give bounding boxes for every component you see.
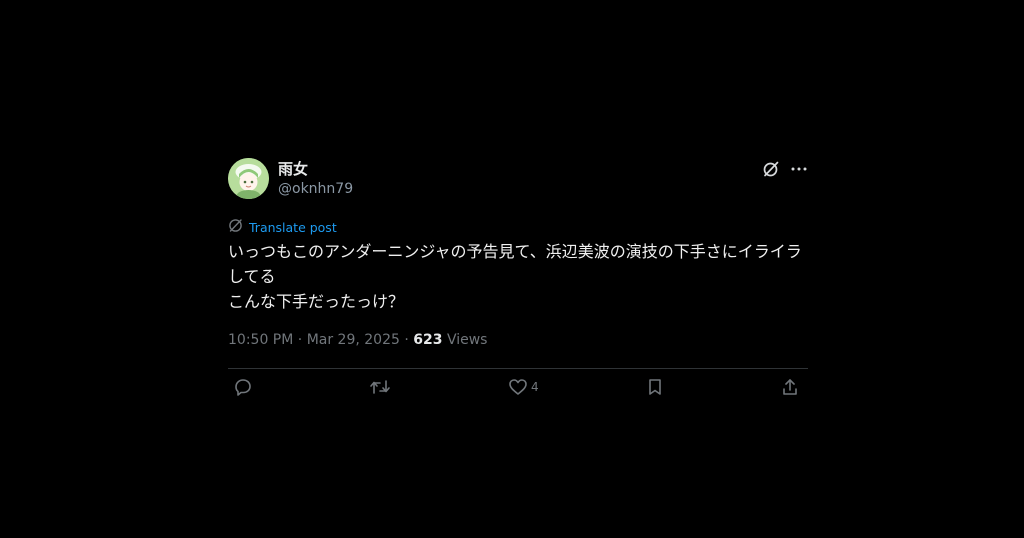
translate-post-link[interactable]: Translate post xyxy=(249,220,337,235)
post-text: いっつもこのアンダーニンジャの予告見て、浜辺美波の演技の下手さにイライラしてる … xyxy=(228,242,802,311)
display-name[interactable]: 雨女 xyxy=(278,160,353,178)
translate-row: Translate post xyxy=(228,218,337,236)
user-handle[interactable]: @oknhn79 xyxy=(278,179,353,199)
like-button[interactable]: 4 xyxy=(508,378,539,396)
views-count: 623 xyxy=(413,332,443,348)
globe-icon xyxy=(228,218,243,237)
grok-icon[interactable] xyxy=(762,160,780,178)
user-names: 雨女 @oknhn79 xyxy=(278,160,353,199)
retweet-icon xyxy=(369,378,391,396)
avatar[interactable] xyxy=(228,158,269,199)
avatar-illustration xyxy=(228,158,269,199)
meta-separator: · xyxy=(399,332,414,348)
tweet-card: 雨女 @oknhn79 Translate post いっつもこのアンダーニンジ… xyxy=(228,156,808,396)
meta-separator: · xyxy=(293,332,307,348)
views-label: Views xyxy=(442,332,488,348)
more-icon[interactable] xyxy=(790,160,808,178)
reply-button[interactable] xyxy=(233,378,253,396)
post-date[interactable]: Mar 29, 2025 xyxy=(307,332,400,348)
bookmark-icon xyxy=(646,378,664,396)
action-bar: 4 xyxy=(228,378,808,396)
post-meta: 10:50 PM · Mar 29, 2025 · 623 Views xyxy=(228,331,487,349)
reply-icon xyxy=(233,378,253,396)
header-actions xyxy=(762,160,808,178)
like-icon xyxy=(508,378,528,396)
tweet-header: 雨女 @oknhn79 xyxy=(228,156,808,202)
bookmark-button[interactable] xyxy=(646,378,664,396)
retweet-button[interactable] xyxy=(369,378,391,396)
divider xyxy=(228,368,808,369)
share-button[interactable] xyxy=(781,378,799,396)
post-time[interactable]: 10:50 PM xyxy=(228,332,293,348)
share-icon xyxy=(781,378,799,396)
like-count: 4 xyxy=(531,380,539,394)
